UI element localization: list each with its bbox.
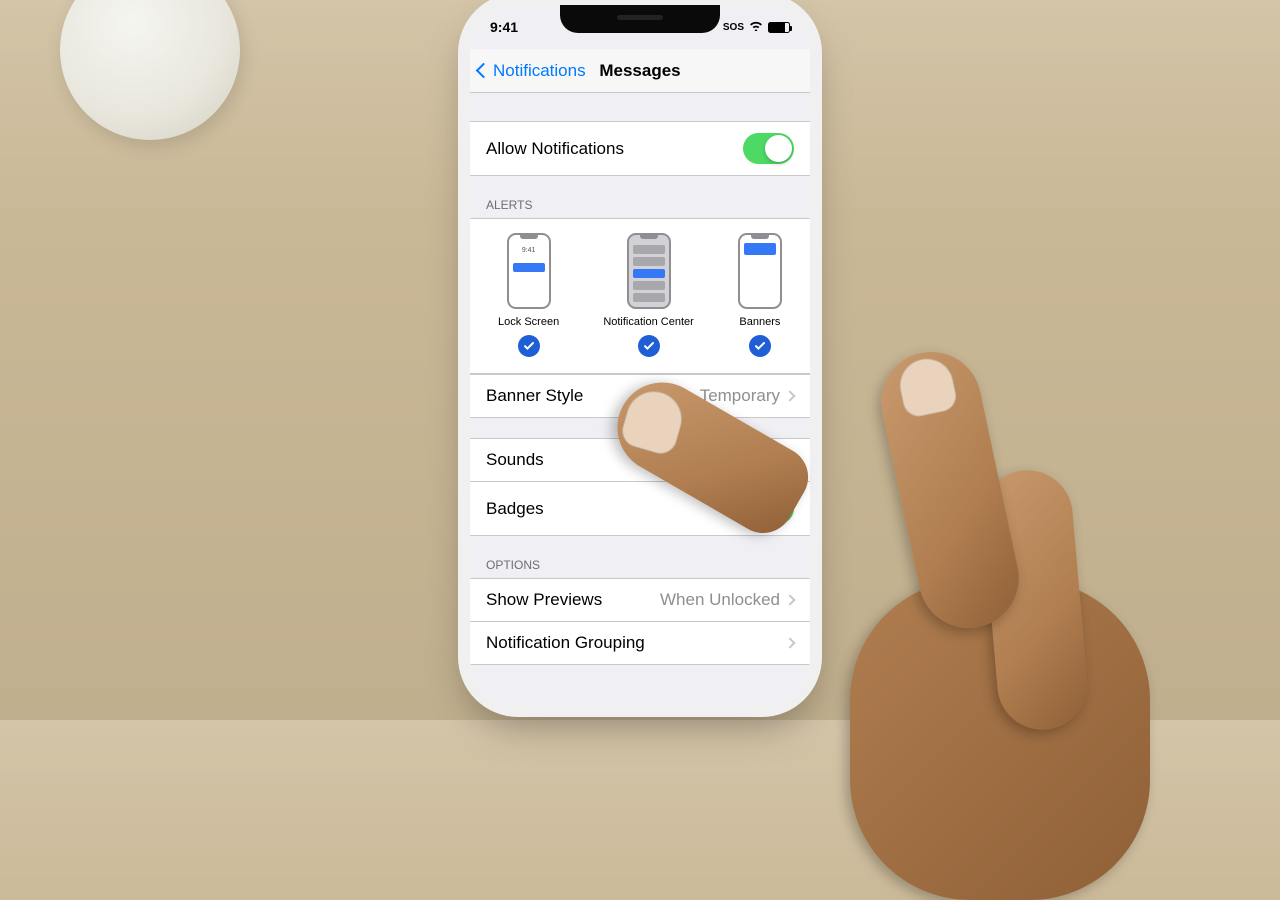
banner-style-label: Banner Style: [486, 386, 583, 406]
allow-label: Allow Notifications: [486, 139, 624, 159]
lock-screen-check: [518, 335, 540, 357]
back-label: Notifications: [493, 61, 586, 81]
show-previews-value: When Unlocked: [660, 590, 780, 610]
notification-grouping-row[interactable]: Notification Grouping: [470, 622, 810, 665]
show-previews-row[interactable]: Show Previews When Unlocked: [470, 578, 810, 622]
sounds-label: Sounds: [486, 450, 544, 470]
banners-label: Banners: [739, 316, 780, 328]
screen: 9:41 SOS Notifications Messages Allow No…: [470, 5, 810, 705]
iphone-device: 9:41 SOS Notifications Messages Allow No…: [470, 5, 810, 705]
allow-notifications-row[interactable]: Allow Notifications: [470, 121, 810, 176]
back-button[interactable]: Notifications: [470, 61, 586, 81]
status-time: 9:41: [490, 19, 518, 35]
lock-screen-icon: 9:41: [507, 233, 551, 309]
status-right: SOS: [723, 20, 790, 34]
notification-center-label: Notification Center: [603, 316, 694, 328]
alerts-panel: 9:41 Lock Screen: [470, 218, 810, 374]
notification-center-check: [638, 335, 660, 357]
notification-center-icon: [627, 233, 671, 309]
chevron-right-icon: [784, 390, 795, 401]
banners-icon: [738, 233, 782, 309]
sounds-row[interactable]: Sounds Note: [470, 438, 810, 482]
options-header: Options: [470, 536, 810, 578]
sounds-value: Note: [744, 450, 780, 470]
alert-lock-screen[interactable]: 9:41 Lock Screen: [498, 233, 559, 357]
chevron-right-icon: [784, 454, 795, 465]
nav-bar: Notifications Messages: [470, 49, 810, 93]
badges-label: Badges: [486, 499, 544, 519]
grouping-label: Notification Grouping: [486, 633, 645, 653]
chevron-right-icon: [784, 637, 795, 648]
lock-screen-label: Lock Screen: [498, 316, 559, 328]
nav-title: Messages: [599, 61, 680, 81]
alerts-header: Alerts: [470, 176, 810, 218]
show-previews-label: Show Previews: [486, 590, 602, 610]
chevron-left-icon: [476, 63, 492, 79]
badges-toggle[interactable]: [743, 493, 794, 524]
banner-style-row[interactable]: Banner Style Temporary: [470, 374, 810, 418]
alert-banners[interactable]: Banners: [738, 233, 782, 357]
banner-style-value: Temporary: [700, 386, 780, 406]
battery-icon: [768, 22, 790, 33]
badges-row[interactable]: Badges: [470, 482, 810, 536]
carrier-text: SOS: [723, 22, 744, 33]
settings-content[interactable]: Allow Notifications Alerts 9:41 Lock Scr…: [470, 93, 810, 705]
background-object: [60, 0, 240, 140]
wifi-icon: [749, 20, 763, 34]
alert-notification-center[interactable]: Notification Center: [603, 233, 694, 357]
banners-check: [749, 335, 771, 357]
allow-toggle[interactable]: [743, 133, 794, 164]
device-notch: [560, 5, 720, 33]
chevron-right-icon: [784, 594, 795, 605]
